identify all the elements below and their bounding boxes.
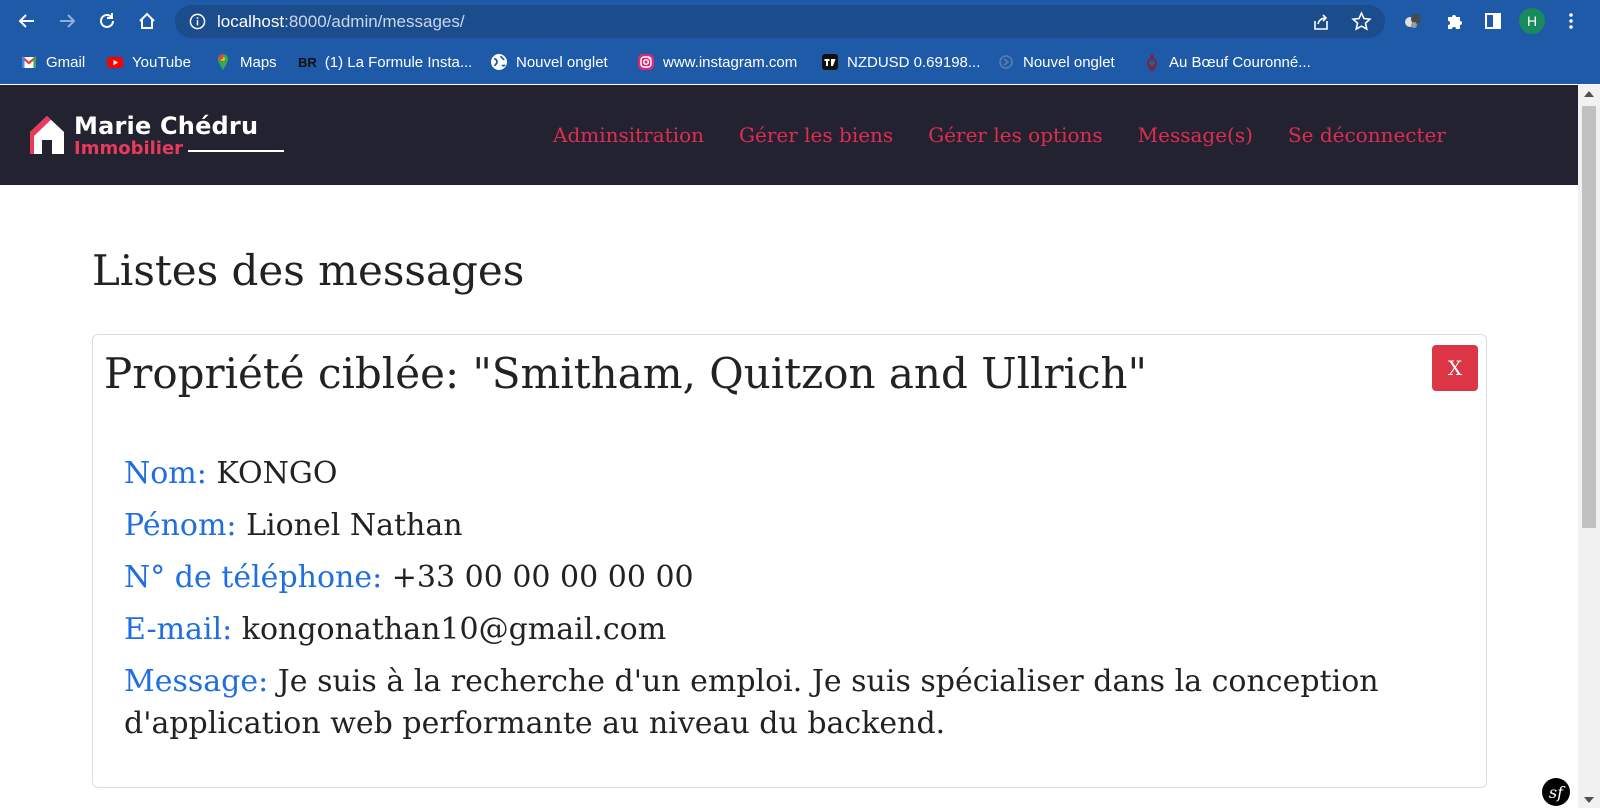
tab-icon: [997, 53, 1015, 71]
bookmark-maps[interactable]: Maps: [214, 50, 277, 74]
brand-underline: [188, 150, 284, 152]
home-icon: [139, 12, 155, 29]
bookmark-boeuf[interactable]: Au Bœuf Couronné...: [1143, 50, 1311, 74]
site-header: Marie Chédru Immobilier Adminsitration G…: [0, 85, 1578, 185]
page-scrollbar[interactable]: [1578, 85, 1600, 808]
bookmark-nzdusd[interactable]: NZDUSD 0.69198...: [821, 50, 980, 74]
main-nav: Adminsitration Gérer les biens Gérer les…: [553, 123, 1481, 147]
field-value: +33 00 00 00 00 00: [391, 560, 694, 595]
puzzle-icon: [1448, 15, 1462, 29]
br-icon: BR: [298, 54, 317, 70]
address-bar[interactable]: localhost:8000/admin/messages/: [175, 5, 1385, 38]
message-card: Propriété ciblée: "Smitham, Quitzon and …: [92, 334, 1487, 788]
scrollbar-thumb[interactable]: [1582, 106, 1596, 528]
field-value: Je suis à la recherche d'un emploi. Je s…: [124, 664, 1379, 741]
nav-link-logout[interactable]: Se déconnecter: [1288, 123, 1446, 147]
browser-toolbar: localhost:8000/admin/messages/ H: [0, 0, 1600, 42]
house-logo-icon: [30, 116, 64, 154]
url-text[interactable]: localhost:8000/admin/messages/: [217, 12, 465, 32]
bookmark-label: (1) La Formule Insta...: [324, 53, 473, 71]
field-value: KONGO: [216, 456, 338, 491]
nav-link-administration[interactable]: Adminsitration: [553, 123, 704, 147]
globe-icon: [490, 53, 508, 71]
bookmark-nouvel-onglet-1[interactable]: Nouvel onglet: [490, 50, 608, 74]
field-label: N° de téléphone:: [124, 560, 383, 595]
brand-name: Marie Chédru: [74, 112, 259, 140]
bookmark-label: Nouvel onglet: [516, 53, 608, 71]
instagram-icon: [637, 53, 655, 71]
bookmark-gmail[interactable]: Gmail: [20, 50, 85, 74]
gmail-icon: [20, 53, 38, 71]
bookmark-label: Gmail: [46, 53, 86, 71]
bookmark-label: NZDUSD 0.69198...: [847, 53, 981, 71]
message-fields: Nom: KONGO Pénom: Lionel Nathan N° de té…: [124, 453, 1464, 755]
scroll-up-arrow[interactable]: [1584, 91, 1594, 97]
field-label: Message:: [124, 664, 269, 699]
reload-button[interactable]: [94, 8, 120, 34]
bookmark-label: Maps: [240, 53, 277, 71]
bookmark-youtube[interactable]: YouTube: [106, 50, 191, 74]
site-info-icon[interactable]: [189, 13, 206, 30]
symfony-debug-toolbar-toggle[interactable]: sf: [1542, 778, 1570, 806]
field-nom: Nom: KONGO: [124, 453, 1464, 495]
page-title: Listes des messages: [92, 246, 525, 295]
field-value: Lionel Nathan: [246, 508, 463, 543]
brand-subtitle: Immobilier: [74, 138, 184, 159]
youtube-icon: [106, 53, 124, 71]
field-prenom: Pénom: Lionel Nathan: [124, 505, 1464, 547]
field-label: Pénom:: [124, 508, 237, 543]
bookmark-label: Au Bœuf Couronné...: [1169, 53, 1311, 71]
extension-button[interactable]: [1402, 10, 1424, 32]
bookmark-nouvel-onglet-2[interactable]: Nouvel onglet: [997, 50, 1115, 74]
nav-link-messages[interactable]: Message(s): [1138, 123, 1253, 147]
maps-icon: [214, 53, 232, 71]
field-label: E-mail:: [124, 612, 233, 647]
restaurant-icon: [1143, 53, 1161, 71]
profile-avatar[interactable]: H: [1519, 8, 1545, 34]
scroll-down-arrow[interactable]: [1584, 797, 1594, 803]
field-value: kongonathan10@gmail.com: [241, 612, 667, 647]
field-email: E-mail: kongonathan10@gmail.com: [124, 609, 1464, 651]
url-host: localhost: [217, 12, 285, 31]
reload-icon: [100, 13, 114, 28]
kebab-menu-icon: [1569, 13, 1573, 29]
browser-chrome: localhost:8000/admin/messages/ H Gmail Y…: [0, 0, 1600, 84]
bookmark-instagram[interactable]: www.instagram.com: [637, 50, 797, 74]
side-panel-icon: [1485, 13, 1501, 29]
browser-menu-button[interactable]: [1560, 10, 1582, 32]
bookmarks-bar: Gmail YouTube Maps BR (1) La Formule Ins…: [0, 46, 1600, 78]
share-icon[interactable]: [1311, 12, 1331, 32]
side-panel-button[interactable]: [1482, 10, 1504, 32]
forward-arrow-icon: [60, 14, 76, 28]
brand-logo[interactable]: Marie Chédru Immobilier: [28, 112, 284, 160]
property-title: Propriété ciblée: "Smitham, Quitzon and …: [104, 349, 1147, 398]
field-label: Nom:: [124, 456, 207, 491]
url-path: :8000/admin/messages/: [284, 12, 465, 31]
bookmark-label: www.instagram.com: [663, 53, 798, 71]
back-button[interactable]: [14, 8, 40, 34]
extension-balls-icon: [1405, 14, 1421, 28]
nav-link-gerer-options[interactable]: Gérer les options: [928, 123, 1102, 147]
bookmark-label: Nouvel onglet: [1023, 53, 1115, 71]
bookmark-star-icon[interactable]: [1351, 11, 1372, 32]
field-message: Message: Je suis à la recherche d'un emp…: [124, 661, 1464, 745]
home-button[interactable]: [134, 8, 160, 34]
tradingview-icon: [821, 53, 839, 71]
extensions-menu-button[interactable]: [1443, 10, 1465, 32]
forward-button[interactable]: [54, 8, 80, 34]
nav-link-gerer-biens[interactable]: Gérer les biens: [739, 123, 893, 147]
bookmark-formule[interactable]: BR (1) La Formule Insta...: [298, 50, 472, 74]
delete-message-button[interactable]: X: [1432, 345, 1478, 391]
field-phone: N° de téléphone: +33 00 00 00 00 00: [124, 557, 1464, 599]
back-arrow-icon: [18, 14, 34, 28]
bookmark-label: YouTube: [132, 53, 191, 71]
